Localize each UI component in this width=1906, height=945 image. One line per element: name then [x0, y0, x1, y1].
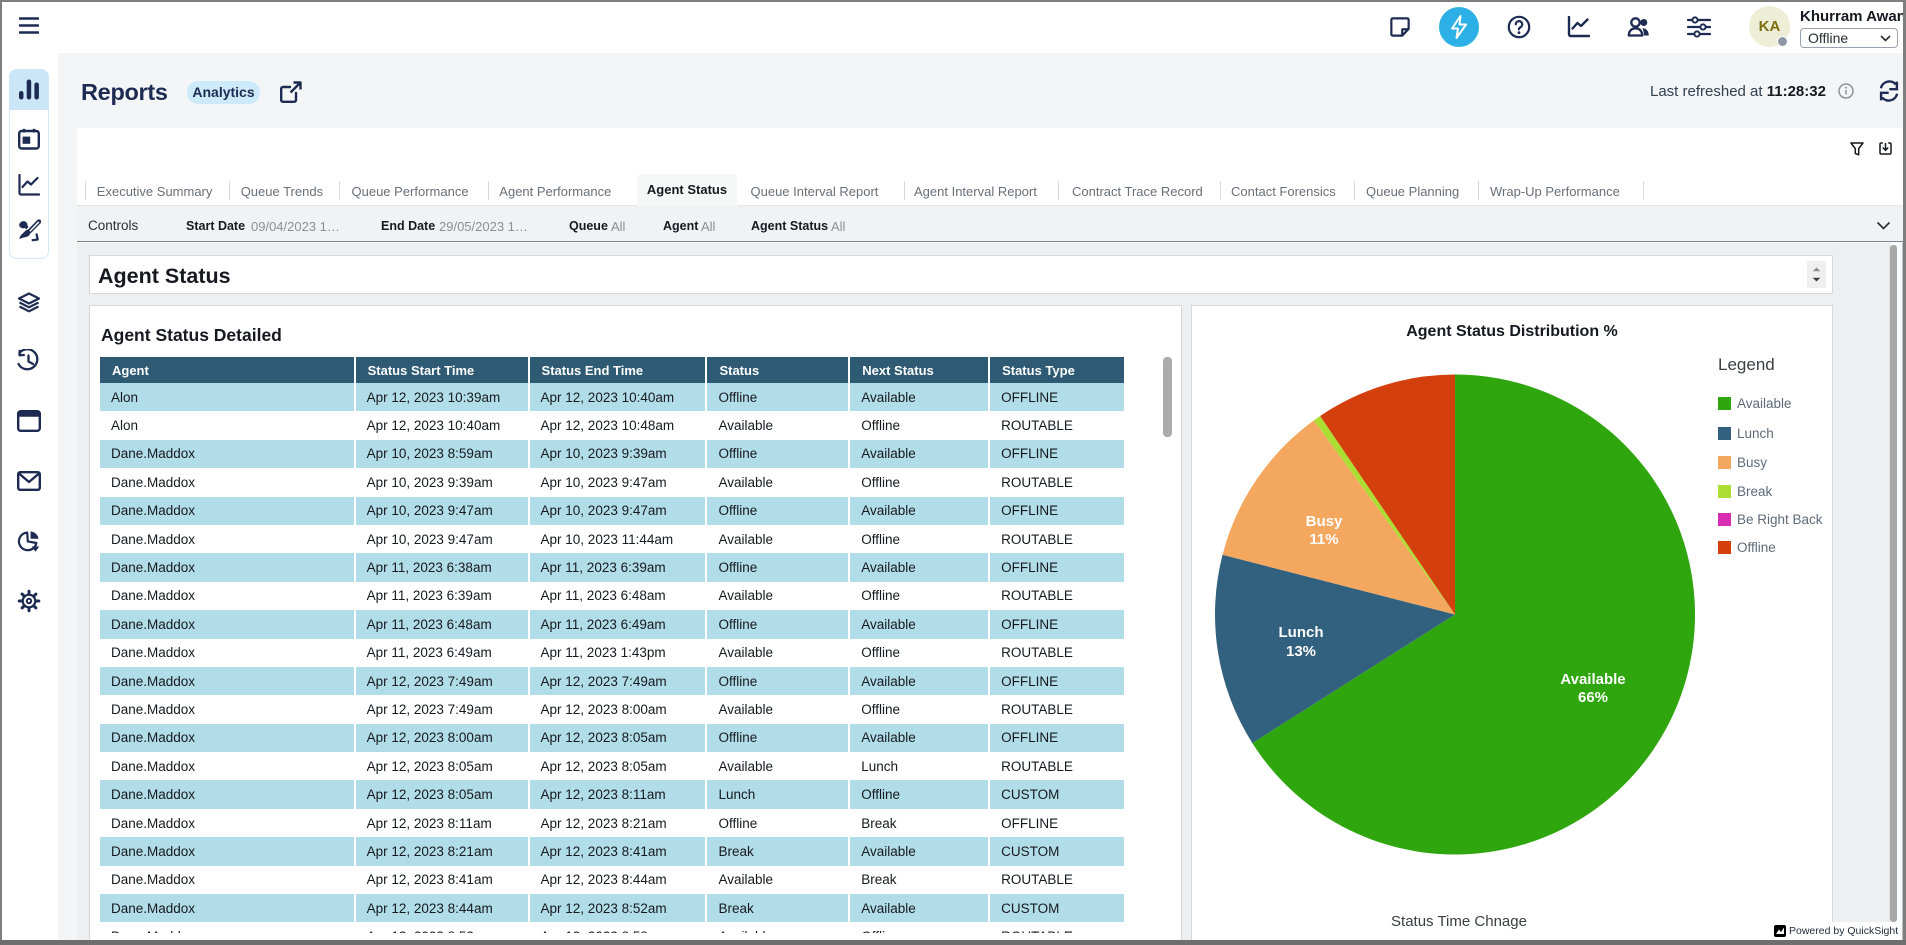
- svg-text:Available: Available: [1560, 671, 1625, 688]
- svg-text:Busy: Busy: [1306, 513, 1343, 530]
- svg-text:66%: 66%: [1578, 689, 1608, 706]
- svg-text:Lunch: Lunch: [1279, 624, 1324, 641]
- svg-text:11%: 11%: [1309, 531, 1338, 548]
- svg-text:13%: 13%: [1286, 643, 1316, 660]
